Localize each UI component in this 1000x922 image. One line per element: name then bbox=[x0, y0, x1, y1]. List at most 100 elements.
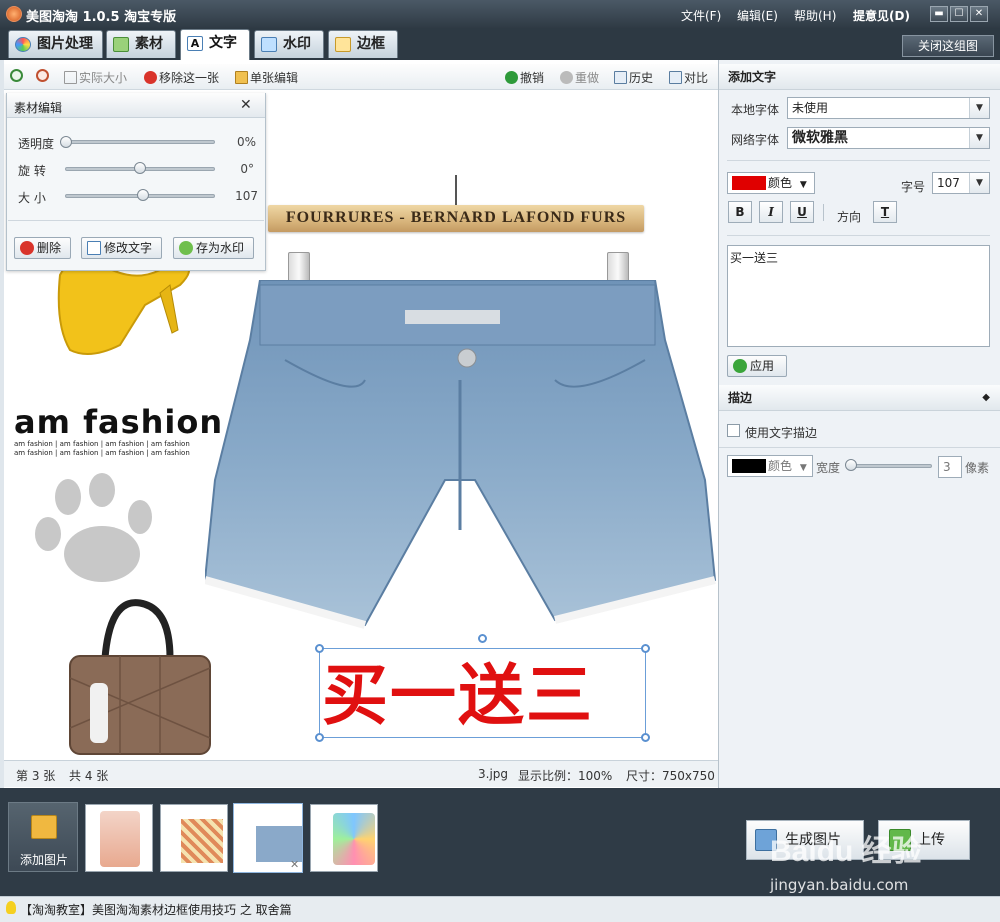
undo-button[interactable]: 撤销 bbox=[505, 69, 544, 86]
tab-border[interactable]: 边框 bbox=[328, 30, 398, 58]
divider bbox=[8, 220, 264, 221]
opacity-value: 0% bbox=[236, 135, 256, 149]
rotate-slider-knob[interactable] bbox=[134, 162, 146, 174]
actual-size-button[interactable]: 实际大小 bbox=[64, 69, 127, 86]
add-image-button[interactable]: 添加图片 bbox=[8, 802, 78, 872]
tip-link[interactable]: 【淘淘教室】美图淘淘素材边框使用技巧 之 取舍篇 bbox=[20, 901, 292, 918]
app-logo-icon bbox=[6, 6, 22, 22]
menu-feedback[interactable]: 提意见(D) bbox=[853, 7, 910, 24]
redo-button[interactable]: 重做 bbox=[560, 69, 599, 86]
local-font-select[interactable]: 未使用 ▼ bbox=[787, 97, 990, 119]
stroke-color-picker[interactable]: 颜色 ▼ bbox=[727, 455, 813, 477]
size-value: 107 bbox=[235, 189, 258, 203]
thumbnail-2[interactable] bbox=[160, 804, 228, 872]
expand-collapse-icon: ◆ bbox=[982, 392, 990, 403]
opacity-slider[interactable] bbox=[65, 140, 215, 144]
text-color-swatch bbox=[732, 176, 766, 190]
edit-text-button[interactable]: 修改文字 bbox=[81, 237, 162, 259]
chevron-down-icon: ▼ bbox=[799, 463, 807, 473]
maximize-button[interactable]: ☐ bbox=[950, 6, 968, 22]
thumbnail-1[interactable] bbox=[85, 804, 153, 872]
add-folder-icon bbox=[31, 815, 57, 839]
tab-text[interactable]: A 文字 bbox=[180, 29, 250, 60]
history-button[interactable]: 历史 bbox=[614, 69, 653, 86]
resize-handle-bottom-right[interactable] bbox=[641, 733, 650, 742]
fashion-logo-text: am fashion bbox=[14, 403, 224, 441]
minimize-button[interactable]: ▬ bbox=[930, 6, 948, 22]
tab-material[interactable]: 素材 bbox=[106, 30, 176, 58]
divider bbox=[719, 447, 1000, 448]
chevron-down-icon: ▼ bbox=[969, 98, 989, 118]
stroke-width-slider[interactable] bbox=[846, 464, 932, 468]
bold-button[interactable]: B bbox=[728, 201, 752, 223]
web-font-select[interactable]: 微软雅黑 ▼ bbox=[787, 127, 990, 149]
thumbnail-4[interactable] bbox=[310, 804, 378, 872]
opacity-slider-knob[interactable] bbox=[60, 136, 72, 148]
delete-material-button[interactable]: 删除 bbox=[14, 237, 71, 259]
denim-shorts-image bbox=[205, 280, 717, 629]
resize-handle-bottom-left[interactable] bbox=[315, 733, 324, 742]
thumbnail-3[interactable]: ✕ bbox=[234, 804, 302, 872]
stroke-header[interactable]: 描边 ◆ bbox=[719, 385, 1000, 411]
rotate-handle[interactable] bbox=[478, 634, 487, 643]
stroke-width-input[interactable]: 3 bbox=[938, 456, 962, 478]
apply-label: 应用 bbox=[750, 359, 775, 373]
tab-watermark[interactable]: 水印 bbox=[254, 30, 324, 58]
save-watermark-icon bbox=[179, 241, 193, 255]
overlay-text[interactable]: 买一送三 bbox=[322, 658, 594, 734]
text-color-picker[interactable]: 颜色 ▼ bbox=[727, 172, 815, 194]
menu-file[interactable]: 文件(F) bbox=[681, 7, 721, 24]
use-stroke-label: 使用文字描边 bbox=[745, 426, 818, 440]
text-icon: A bbox=[187, 36, 203, 51]
menu-edit[interactable]: 编辑(E) bbox=[737, 7, 778, 24]
direction-button[interactable]: T bbox=[873, 201, 897, 223]
underline-button[interactable]: U bbox=[790, 201, 814, 223]
resize-handle-top-right[interactable] bbox=[641, 644, 650, 653]
use-stroke-checkbox[interactable] bbox=[727, 424, 740, 437]
zoom-out-button[interactable] bbox=[36, 69, 51, 83]
menu-help[interactable]: 帮助(H) bbox=[794, 7, 836, 24]
direction-label: 方向 bbox=[837, 210, 862, 224]
chevron-down-icon: ▼ bbox=[799, 180, 807, 190]
resize-handle-top-left[interactable] bbox=[315, 644, 324, 653]
opacity-label: 透明度 bbox=[18, 137, 55, 151]
save-watermark-button[interactable]: 存为水印 bbox=[173, 237, 254, 259]
close-window-button[interactable]: ✕ bbox=[970, 6, 988, 22]
size-slider-knob[interactable] bbox=[137, 189, 149, 201]
stroke-color-swatch bbox=[732, 459, 766, 473]
apply-button[interactable]: 应用 bbox=[727, 355, 787, 377]
close-group-button[interactable]: 关闭这组图 bbox=[902, 35, 994, 57]
font-size-select[interactable]: 107 ▼ bbox=[932, 172, 990, 194]
baidu-watermark-url: jingyan.baidu.com bbox=[770, 876, 909, 894]
single-edit-label: 单张编辑 bbox=[250, 71, 299, 85]
web-font-value: 微软雅黑 bbox=[792, 130, 848, 146]
compare-button[interactable]: 对比 bbox=[669, 69, 708, 86]
file-name: 3.jpg bbox=[478, 767, 509, 781]
chevron-down-icon: ▼ bbox=[969, 173, 989, 193]
material-editor-close-button[interactable]: ✕ bbox=[240, 97, 252, 113]
italic-button[interactable]: I bbox=[759, 201, 783, 223]
fashion-small-text: am fashion | am fashion | am fashion | a… bbox=[14, 440, 190, 448]
single-edit-button[interactable]: 单张编辑 bbox=[235, 69, 298, 86]
tab-label: 边框 bbox=[357, 36, 385, 52]
border-icon bbox=[335, 37, 351, 52]
current-page: 第 3 张 bbox=[16, 769, 56, 783]
tab-image-process[interactable]: 图片处理 bbox=[8, 30, 103, 58]
size-label: 大 小 bbox=[18, 191, 46, 205]
text-content-input[interactable]: 买一送三 bbox=[727, 245, 990, 347]
edit-icon bbox=[235, 71, 248, 84]
redo-icon bbox=[560, 71, 573, 84]
stroke-width-knob[interactable] bbox=[845, 459, 857, 471]
history-label: 历史 bbox=[629, 71, 654, 85]
paw-print-image bbox=[35, 473, 152, 582]
remove-thumbnail-icon[interactable]: ✕ bbox=[290, 858, 299, 871]
material-icon bbox=[113, 37, 129, 52]
divider bbox=[823, 204, 824, 221]
total-pages: 共 4 张 bbox=[69, 769, 109, 783]
remove-one-button[interactable]: 移除这一张 bbox=[144, 69, 219, 86]
delete-label: 删除 bbox=[37, 241, 62, 255]
zoom-in-button[interactable] bbox=[10, 69, 25, 83]
stroke-title: 描边 bbox=[728, 391, 753, 405]
material-editor-title: 素材编辑 bbox=[14, 101, 63, 115]
local-font-label: 本地字体 bbox=[731, 103, 780, 117]
